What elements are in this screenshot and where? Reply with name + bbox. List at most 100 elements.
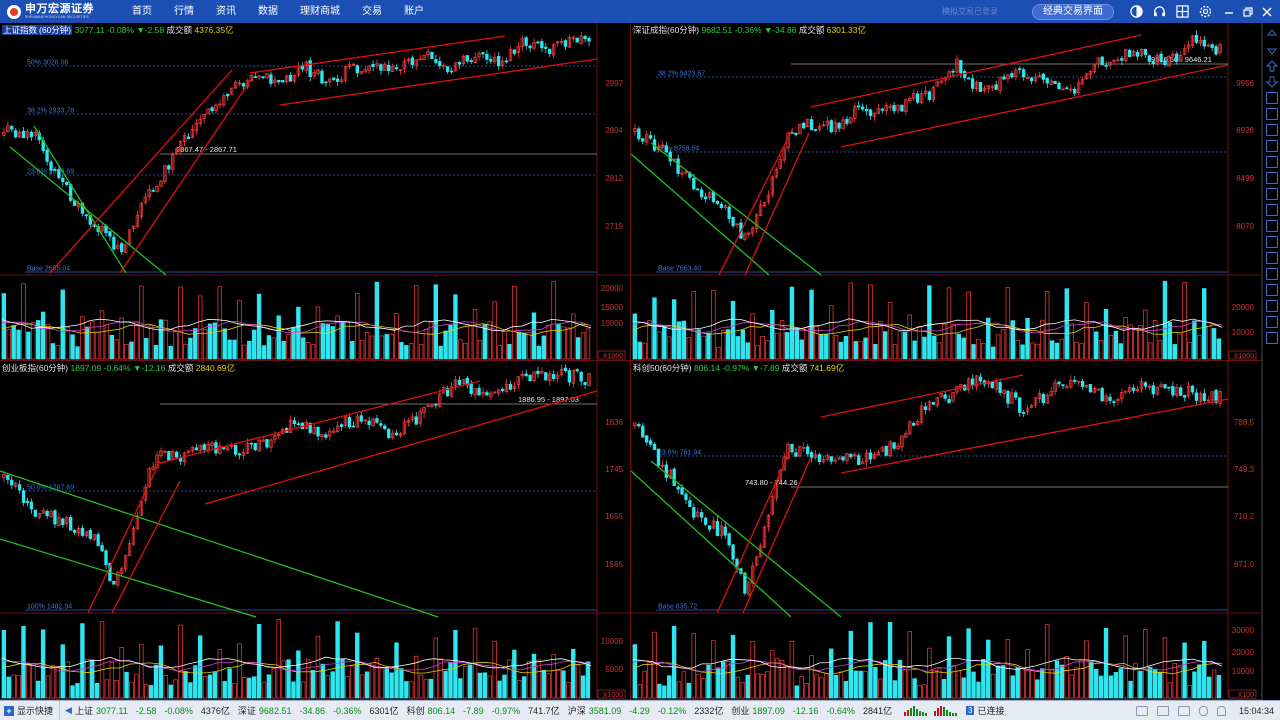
candle-body — [1163, 384, 1167, 389]
nav-news[interactable]: 资讯 — [205, 0, 247, 23]
pan-up-icon[interactable] — [1265, 60, 1279, 72]
price-axis-label: 8928 — [1236, 126, 1254, 135]
price-axis-label: 788.5 — [1234, 418, 1255, 427]
candle-body — [1163, 60, 1167, 66]
zoom-out-icon[interactable] — [1266, 108, 1278, 120]
line-tool-icon[interactable] — [1266, 124, 1278, 136]
candle-body — [387, 64, 391, 72]
volume-bar — [1015, 340, 1020, 360]
delete-tool-icon[interactable] — [1266, 332, 1278, 344]
arrow-tool-icon[interactable] — [1266, 220, 1278, 232]
chart-canvas[interactable]: 23.6% 761.94 Base 635.72 743.80 - 744.26 78… — [631, 361, 1262, 700]
candle-body — [324, 81, 328, 84]
lock-icon[interactable] — [1266, 316, 1278, 328]
quick-toggle[interactable]: + 显示快捷 — [0, 700, 61, 720]
candle-body — [1053, 80, 1057, 84]
chart-canvas[interactable]: 50% 3026.0638.2% 2933.7823.6% 2819.69Bas… — [0, 23, 631, 361]
volume-bar — [794, 685, 800, 699]
volume-bar — [163, 319, 169, 360]
candle-body — [719, 203, 723, 209]
volume-bar — [819, 677, 824, 699]
candle-body — [1194, 34, 1199, 43]
ticker-left-arrow-icon[interactable]: ◀ — [65, 705, 72, 716]
index-pct: -0.08% — [107, 25, 134, 35]
period-tool-icon[interactable] — [1266, 252, 1278, 264]
candle-body — [536, 41, 540, 44]
volume-bar — [657, 331, 662, 360]
nav-trade[interactable]: 交易 — [351, 0, 393, 23]
volume-bar — [725, 660, 731, 699]
candle-body — [1010, 73, 1014, 78]
zoom-in-icon[interactable] — [1266, 92, 1278, 104]
candle-body — [497, 55, 501, 67]
pan-down-icon[interactable] — [1265, 76, 1279, 88]
candle-body — [1021, 69, 1026, 78]
eye-icon[interactable] — [1266, 300, 1278, 312]
volume-bar — [428, 678, 434, 699]
candle-body — [664, 145, 668, 153]
theme-icon[interactable] — [1128, 4, 1144, 20]
candle-body — [21, 490, 26, 503]
volume-bar — [433, 637, 438, 699]
volume-bar — [512, 285, 517, 360]
nav-wealth-mall[interactable]: 理财商城 — [289, 0, 351, 23]
channel-tool-icon[interactable] — [1266, 140, 1278, 152]
volume-bar — [927, 285, 932, 360]
candle-body — [715, 520, 720, 536]
volume-bar — [1162, 280, 1168, 360]
candle-body — [1041, 393, 1045, 404]
volume-bar — [389, 334, 394, 360]
restore-icon[interactable] — [1239, 4, 1257, 20]
mark-tool-icon[interactable] — [1266, 236, 1278, 248]
grid-icon[interactable] — [1174, 4, 1190, 20]
volume-bar — [701, 678, 706, 699]
minimize-icon[interactable] — [1220, 4, 1238, 20]
ruler-tool-icon[interactable] — [1266, 268, 1278, 280]
volume-bar — [1157, 671, 1163, 699]
text-tool-icon[interactable] — [1266, 172, 1278, 184]
chart-panel-chinext[interactable]: 创业板指(60分钟) 1897.09 -0.64% ▼-12.16 成交额 28… — [0, 361, 631, 700]
headset-icon[interactable] — [1151, 4, 1167, 20]
volume-bar — [443, 670, 448, 699]
chart-panel-shanghai[interactable]: 上证指数 (60分钟) 3077.11 -0.08% ▼-2.58 成交额 437… — [0, 23, 631, 361]
close-icon[interactable] — [1258, 4, 1276, 20]
candle-body — [672, 468, 676, 486]
candle-body — [817, 454, 822, 463]
candle-body — [860, 106, 865, 110]
volume-bar — [40, 311, 46, 360]
classic-trade-button[interactable]: 经典交易界面 — [1032, 3, 1114, 20]
ray-tool-icon[interactable] — [1266, 204, 1278, 216]
volume-bar — [536, 345, 542, 360]
chart-canvas[interactable]: 50.0% 1707.69100% 1482.941886.95 - 1897.… — [0, 361, 631, 700]
chart-panel-shenzhen[interactable]: 深证成指(60分钟) 9682.51 -0.36% ▼-34.86 成交额 63… — [631, 23, 1262, 361]
candle-body — [731, 544, 735, 560]
nav-quotes[interactable]: 行情 — [163, 0, 205, 23]
screen-icon[interactable] — [1135, 705, 1148, 716]
down-arrow-icon[interactable] — [1266, 44, 1278, 56]
connection-status[interactable]: 3 已连接 — [965, 704, 1004, 717]
fib-tool-icon[interactable] — [1266, 156, 1278, 168]
nav-data[interactable]: 数据 — [247, 0, 289, 23]
candle-body — [524, 373, 528, 377]
alarm-icon[interactable] — [1198, 705, 1208, 716]
volume-bar — [1206, 325, 1212, 360]
message-icon[interactable] — [1177, 705, 1190, 716]
candle-body — [1182, 395, 1187, 398]
keyboard-icon[interactable] — [1156, 705, 1169, 716]
candle-body — [202, 444, 206, 450]
volume-bar — [443, 330, 448, 360]
settings-icon[interactable] — [1197, 4, 1213, 20]
ticker-index-turnover: 4376亿 — [200, 706, 230, 716]
volume-bar — [546, 673, 551, 699]
magnet-icon[interactable] — [1266, 284, 1278, 296]
nav-home[interactable]: 首页 — [125, 0, 163, 23]
candle-body — [915, 93, 920, 103]
nav-account[interactable]: 账户 — [393, 0, 435, 23]
chart-panel-star50[interactable]: 科创50(60分钟) 806.14 -0.97% ▼-7.89 成交额 741.… — [631, 361, 1262, 700]
rect-tool-icon[interactable] — [1266, 188, 1278, 200]
notification-bell-icon[interactable] — [1216, 705, 1226, 716]
volume-bar — [1020, 344, 1025, 360]
candle-body — [375, 418, 379, 423]
chart-canvas[interactable]: 38.2% 9423.6750% 8758.54Base 7663.409616… — [631, 23, 1262, 361]
up-arrow-icon[interactable] — [1266, 28, 1278, 40]
